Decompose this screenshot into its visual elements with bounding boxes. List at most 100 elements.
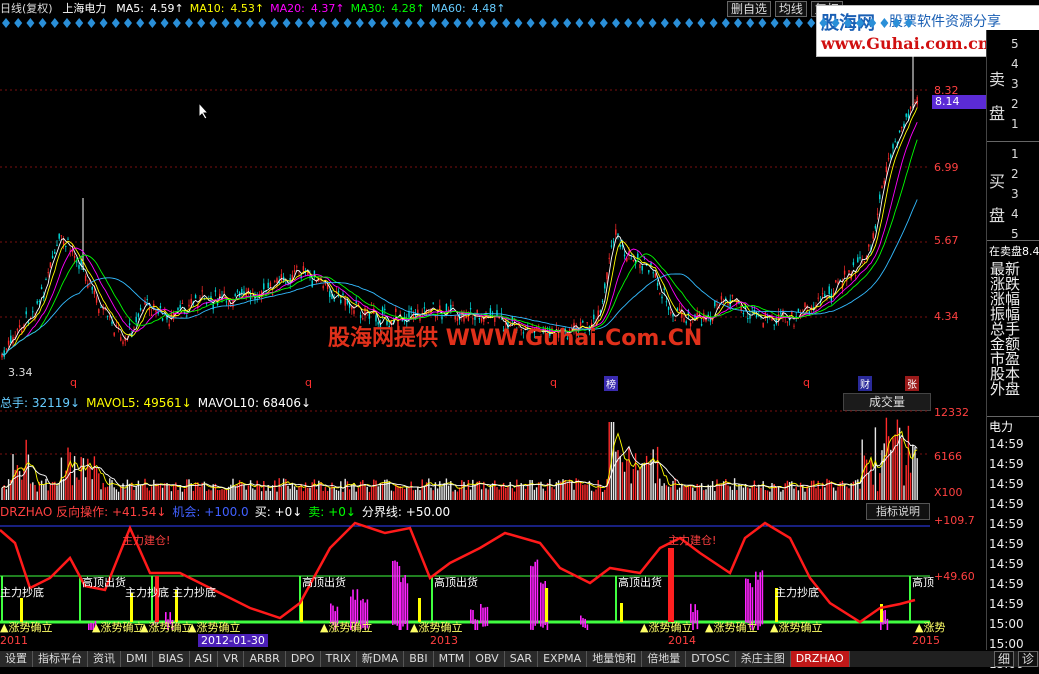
candle-body xyxy=(3,350,5,357)
volume-bar xyxy=(848,488,850,500)
signal-diamond xyxy=(660,18,669,28)
signal-diamond xyxy=(648,18,657,28)
volume-bar xyxy=(604,489,606,500)
event-marker[interactable]: 财 xyxy=(858,376,872,391)
tab-17[interactable]: 倍地量 xyxy=(642,651,687,667)
candle-body xyxy=(368,312,371,319)
volume-bar xyxy=(843,484,846,500)
candle-body xyxy=(883,180,885,185)
candle-body xyxy=(7,340,10,345)
event-marker[interactable]: q xyxy=(305,376,312,389)
volume-bar xyxy=(474,484,476,500)
buy-level: 5 xyxy=(1011,227,1019,241)
volume-bar xyxy=(208,489,210,500)
tab-1[interactable]: 指标平台 xyxy=(33,651,88,667)
volume-bar xyxy=(133,489,135,500)
candle-body xyxy=(872,233,874,239)
volume-bar xyxy=(527,484,529,500)
volume-bar xyxy=(89,466,91,500)
tab-6[interactable]: VR xyxy=(218,651,245,667)
candle-body xyxy=(852,262,855,266)
candle-body xyxy=(714,301,716,307)
candle-body xyxy=(186,315,188,317)
candle-body xyxy=(445,304,448,311)
volume-bar xyxy=(524,488,527,500)
volume-bar xyxy=(879,473,881,500)
remove-watchlist-button[interactable]: 删自选 xyxy=(727,1,772,17)
candle-body xyxy=(177,307,179,311)
candle-body xyxy=(84,275,87,282)
tab-7[interactable]: ARBR xyxy=(244,651,286,667)
buy-level: 3 xyxy=(1011,187,1019,201)
volume-bar xyxy=(395,484,397,500)
volume-bar xyxy=(91,479,93,500)
ma-toggle-button[interactable]: 均线 xyxy=(774,1,807,17)
volume-bar xyxy=(764,490,767,500)
volume-bar xyxy=(463,481,465,500)
volume-bar xyxy=(780,491,782,500)
volume-bar xyxy=(27,454,30,500)
event-marker[interactable]: q xyxy=(803,376,810,389)
tab-2[interactable]: 资讯 xyxy=(88,651,121,667)
volume-bar xyxy=(410,481,412,500)
candle-body xyxy=(120,337,122,341)
volume-bar xyxy=(601,491,604,500)
tab-20[interactable]: DRZHAO xyxy=(790,651,850,667)
candle-body xyxy=(359,315,362,318)
event-marker[interactable]: q xyxy=(550,376,557,389)
tab-12[interactable]: MTM xyxy=(433,651,471,667)
event-marker[interactable]: 张 xyxy=(905,376,919,391)
volume-bar xyxy=(709,485,712,500)
volume-bar xyxy=(98,473,100,500)
tab-0[interactable]: 设置 xyxy=(0,651,33,667)
tab-15[interactable]: EXPMA xyxy=(538,651,588,667)
volume-bar xyxy=(678,487,681,500)
volume-bar xyxy=(824,487,826,500)
volume-bar xyxy=(333,487,335,500)
volume-bar xyxy=(252,488,254,500)
volume-bar xyxy=(456,491,459,500)
volume-bar xyxy=(617,450,619,500)
candle-body xyxy=(293,270,296,273)
volume-bar xyxy=(454,489,456,500)
signal-diamond xyxy=(746,18,755,28)
diagnose-button[interactable]: 诊 xyxy=(1017,651,1038,667)
candle-body xyxy=(67,238,69,240)
candle-body xyxy=(93,290,96,295)
tab-14[interactable]: SAR xyxy=(504,651,539,667)
tab-11[interactable]: BBI xyxy=(404,651,434,667)
event-marker[interactable]: q xyxy=(70,376,77,389)
volume-bar xyxy=(892,437,894,500)
tab-19[interactable]: 杀庄主图 xyxy=(735,651,791,667)
detail-button[interactable]: 细 xyxy=(994,651,1014,667)
candle-body xyxy=(146,298,148,301)
volume-bar xyxy=(813,480,815,500)
ma-legend-item: MA10: xyxy=(189,2,225,15)
tab-4[interactable]: BIAS xyxy=(153,651,190,667)
event-marker[interactable]: 榜 xyxy=(604,376,618,391)
candle-body xyxy=(18,325,21,328)
chart-mode-label[interactable]: 日线(复权) xyxy=(0,2,53,15)
tab-18[interactable]: DTOSC xyxy=(686,651,736,667)
signal-diamond xyxy=(904,18,913,28)
candle-body xyxy=(188,304,190,307)
signal-diamond xyxy=(185,18,193,28)
candle-body xyxy=(100,306,102,308)
tab-9[interactable]: TRIX xyxy=(320,651,357,667)
candle-body xyxy=(601,300,604,302)
volume-bar xyxy=(619,456,621,500)
volume-bar xyxy=(234,486,236,500)
tab-16[interactable]: 地量饱和 xyxy=(587,651,643,667)
tab-8[interactable]: DPO xyxy=(285,651,321,667)
tab-5[interactable]: ASI xyxy=(189,651,219,667)
volume-bar xyxy=(106,486,109,500)
candle-body xyxy=(859,256,861,259)
tab-3[interactable]: DMI xyxy=(121,651,154,667)
tab-13[interactable]: OBV xyxy=(470,651,505,667)
candle-body xyxy=(661,296,663,299)
volume-chart[interactable] xyxy=(0,408,930,500)
tab-10[interactable]: 新DMA xyxy=(356,651,405,667)
menu-item-outer[interactable]: 外盘 xyxy=(990,382,1020,397)
volume-bar xyxy=(641,463,643,500)
signal-diamond xyxy=(246,18,254,28)
